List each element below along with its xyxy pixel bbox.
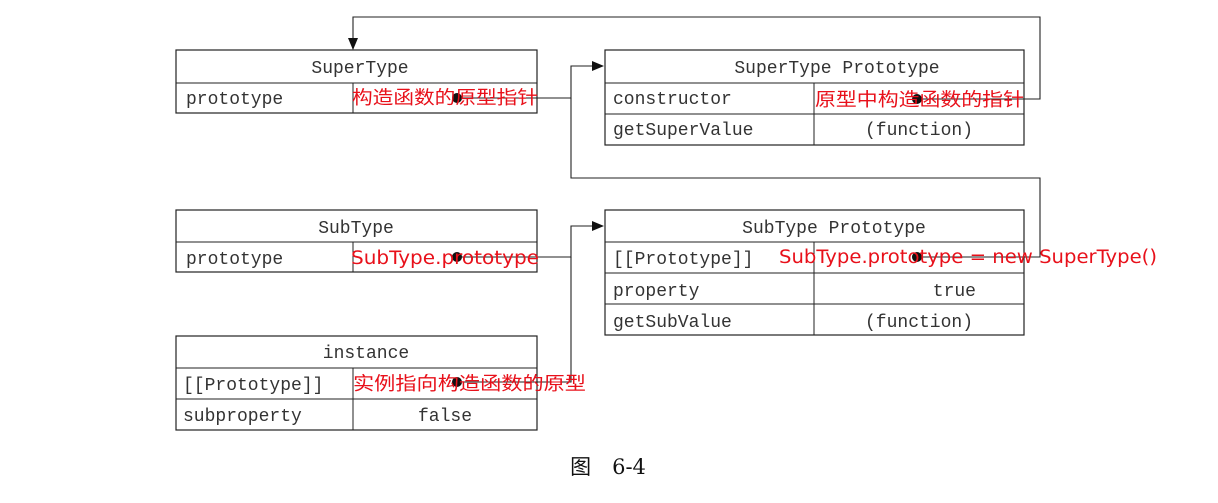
subtype-prototype-box: SubType Prototype [[Prototype]] property… bbox=[604, 209, 1025, 336]
supertype-prototype-title: SuperType Prototype bbox=[734, 59, 939, 79]
subproto-prototype-label: [[Prototype]] bbox=[613, 250, 753, 270]
getsupervalue-value: (function) bbox=[865, 121, 973, 141]
getsubvalue-label: getSubValue bbox=[613, 313, 732, 333]
instance-title: instance bbox=[323, 344, 409, 364]
getsupervalue-label: getSuperValue bbox=[613, 121, 753, 141]
annotation-proto-constructor: 原型中构造函数的指针 bbox=[815, 90, 1024, 111]
arrow-constructor-to-supertype bbox=[348, 16, 1041, 100]
annotation-subproto-prototype: SubType.prototype = new SuperType() bbox=[779, 247, 1157, 268]
supertype-prototype-label: prototype bbox=[186, 90, 283, 110]
arrow-instance-to-subproto bbox=[457, 257, 572, 383]
prototype-chain-diagram: SuperType prototype SuperType Prototype … bbox=[175, 16, 1157, 479]
subtype-prototype-label: prototype bbox=[186, 250, 283, 270]
subtype-prototype-title: SubType Prototype bbox=[742, 219, 926, 239]
subproperty-value: false bbox=[418, 407, 472, 427]
subproperty-label: subproperty bbox=[183, 407, 302, 427]
subtype-title: SubType bbox=[318, 219, 394, 239]
getsubvalue-value: (function) bbox=[865, 313, 973, 333]
figure-caption: 图 6-4 bbox=[570, 455, 646, 479]
annotation-instance-prototype: 实例指向构造函数的原型 bbox=[353, 374, 586, 395]
constructor-label: constructor bbox=[613, 90, 732, 110]
supertype-title: SuperType bbox=[311, 59, 408, 79]
annotation-supertype-prototype: 构造函数的原型指针 bbox=[352, 88, 538, 109]
property-value: true bbox=[933, 282, 976, 302]
annotation-subtype-prototype: SubType.prototype bbox=[351, 248, 539, 269]
property-label: property bbox=[613, 282, 700, 302]
instance-prototype-label: [[Prototype]] bbox=[183, 376, 323, 396]
